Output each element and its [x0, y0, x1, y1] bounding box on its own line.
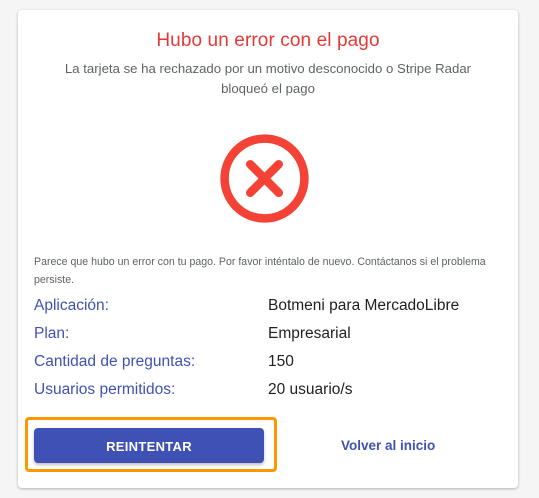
detail-row-users: Usuarios permitidos: 20 usuario/s [34, 376, 504, 404]
detail-value: 20 usuario/s [268, 381, 353, 398]
payment-error-card: Hubo un error con el pago La tarjeta se … [18, 10, 518, 488]
error-x-icon [220, 134, 309, 223]
detail-row-questions: Cantidad de preguntas: 150 [34, 348, 504, 376]
detail-label: Usuarios permitidos: [34, 381, 176, 398]
detail-label: Plan: [34, 325, 70, 342]
detail-label: Aplicación: [34, 297, 109, 314]
detail-row-application: Aplicación: Botmeni para MercadoLibre [34, 292, 504, 320]
page-title: Hubo un error con el pago [156, 30, 380, 51]
detail-row-plan: Plan: Empresarial [34, 320, 504, 348]
detail-value: 150 [268, 353, 294, 370]
retry-button[interactable]: REINTENTAR [34, 428, 264, 463]
back-home-link[interactable]: Volver al inicio [341, 436, 435, 456]
detail-value: Empresarial [268, 325, 351, 342]
detail-value: Botmeni para MercadoLibre [268, 297, 460, 314]
detail-label: Cantidad de preguntas: [34, 353, 196, 370]
error-message: Parece que hubo un error con tu pago. Po… [34, 256, 486, 286]
payment-details: Aplicación: Botmeni para MercadoLibre Pl… [34, 292, 504, 404]
page-subtitle: La tarjeta se ha rechazado por un motivo… [64, 61, 472, 96]
